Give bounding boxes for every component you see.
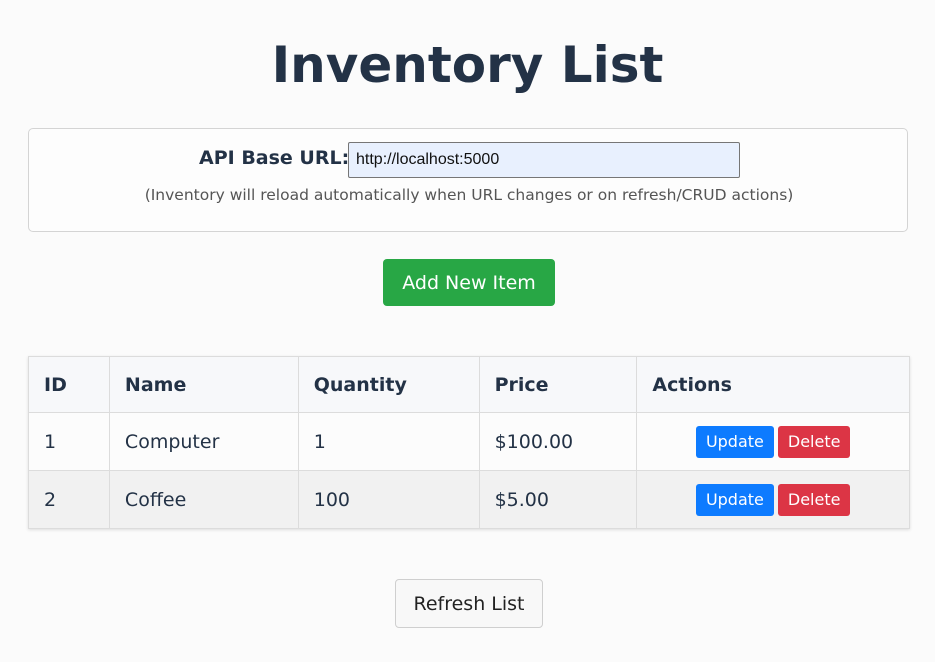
inventory-page: Inventory List API Base URL: (Inventory …	[0, 0, 935, 662]
cell-actions: Update Delete	[636, 412, 910, 471]
column-header-id: ID	[28, 356, 110, 413]
cell-id: 1	[28, 412, 110, 471]
cell-price: $100.00	[478, 412, 638, 471]
api-config-panel: API Base URL: (Inventory will reload aut…	[28, 128, 908, 232]
delete-button[interactable]: Delete	[777, 483, 851, 516]
cell-price: $5.00	[478, 470, 638, 529]
cell-name: Coffee	[108, 470, 299, 529]
column-header-name: Name	[108, 356, 299, 413]
api-url-input[interactable]	[348, 142, 740, 178]
api-url-hint: (Inventory will reload automatically whe…	[144, 186, 794, 204]
api-url-label: API Base URL:	[199, 147, 350, 169]
table-row: 2 Coffee 100 $5.00 Update Delete	[28, 470, 910, 529]
column-header-actions: Actions	[636, 356, 910, 413]
cell-quantity: 1	[297, 412, 480, 471]
cell-name: Computer	[108, 412, 299, 471]
column-header-quantity: Quantity	[297, 356, 480, 413]
refresh-list-button[interactable]: Refresh List	[395, 579, 543, 628]
cell-quantity: 100	[297, 470, 480, 529]
column-header-price: Price	[478, 356, 638, 413]
page-title: Inventory List	[271, 36, 664, 94]
update-button[interactable]: Update	[695, 425, 774, 458]
delete-button[interactable]: Delete	[777, 425, 851, 458]
table-row: 1 Computer 1 $100.00 Update Delete	[28, 412, 910, 471]
table-header-row: ID Name Quantity Price Actions	[28, 356, 910, 413]
inventory-table: ID Name Quantity Price Actions 1 Compute…	[28, 356, 910, 529]
cell-actions: Update Delete	[636, 470, 910, 529]
add-new-item-button[interactable]: Add New Item	[383, 259, 555, 306]
update-button[interactable]: Update	[695, 483, 774, 516]
cell-id: 2	[28, 470, 110, 529]
